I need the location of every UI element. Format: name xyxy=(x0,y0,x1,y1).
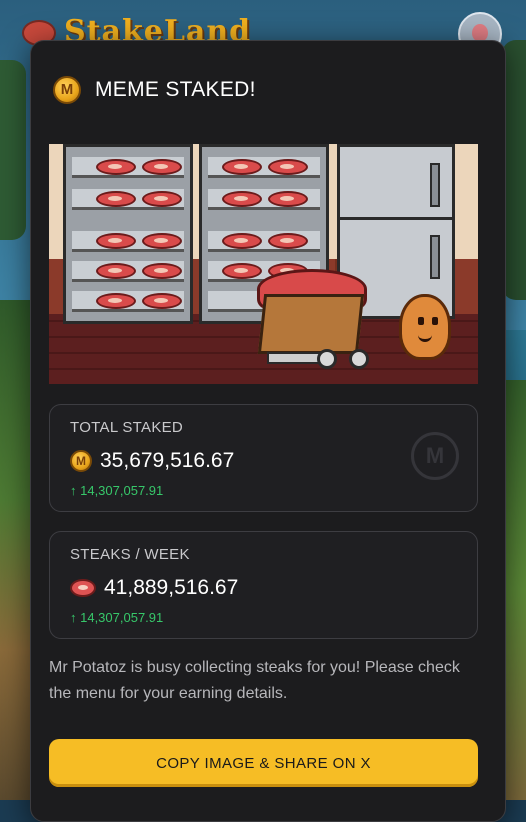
cart-wheel xyxy=(349,349,369,369)
steak-cart xyxy=(257,294,365,354)
steak-rack-left xyxy=(63,144,193,324)
meme-coin-icon: M xyxy=(53,76,81,104)
modal-header: M MEME STAKED! xyxy=(53,73,256,107)
modal-description: Mr Potatoz is busy collecting steaks for… xyxy=(49,659,460,702)
mr-potatoz-character xyxy=(399,294,451,360)
kitchen-illustration xyxy=(49,144,478,384)
meme-coin-icon: M xyxy=(70,450,92,472)
total-staked-delta: ↑ 14,307,057.91 xyxy=(70,483,164,498)
meme-coin-watermark-icon: M xyxy=(411,432,459,480)
tree-left xyxy=(0,60,26,240)
steaks-per-week-label: STEAKS / WEEK xyxy=(70,546,190,563)
total-staked-value: 35,679,516.67 xyxy=(100,449,235,472)
cart-wheel xyxy=(317,349,337,369)
modal-title: MEME STAKED! xyxy=(95,78,256,101)
total-staked-label: TOTAL STAKED xyxy=(70,419,184,436)
steaks-per-week-row: 41,889,516.67 xyxy=(70,576,238,600)
steaks-per-week-card: STEAKS / WEEK 41,889,516.67 ↑ 14,307,057… xyxy=(49,531,478,639)
steak-icon xyxy=(70,579,96,597)
total-staked-card: TOTAL STAKED M 35,679,516.67 ↑ 14,307,05… xyxy=(49,404,478,512)
top-bar: StakeLand xyxy=(0,0,526,56)
copy-share-x-button[interactable]: COPY IMAGE & SHARE ON X xyxy=(49,739,478,787)
steaks-per-week-value: 41,889,516.67 xyxy=(104,576,239,599)
steaks-per-week-delta: ↑ 14,307,057.91 xyxy=(70,610,164,625)
total-staked-row: M 35,679,516.67 xyxy=(70,449,234,473)
staked-modal: M MEME STAKED! TOTAL STAKED M 35,679,516… xyxy=(30,40,506,822)
